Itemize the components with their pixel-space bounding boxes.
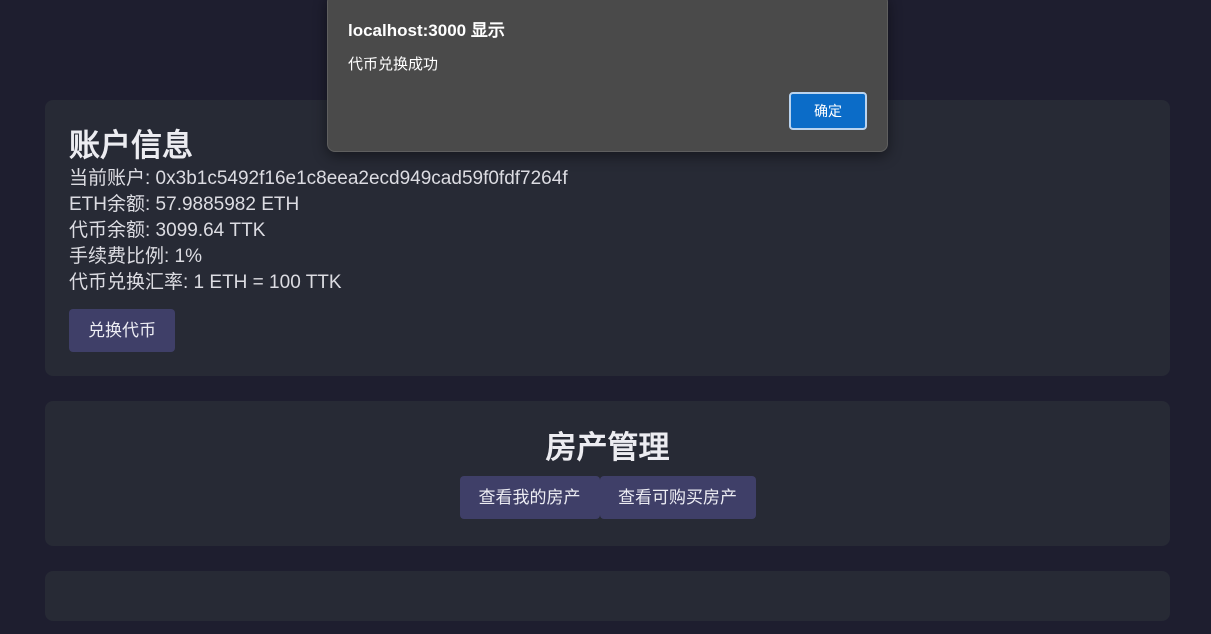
fee-rate-text: 手续费比例: 1% — [69, 246, 203, 267]
alert-dialog: localhost:3000 显示 代币兑换成功 确定 — [327, 0, 888, 152]
my-property-button[interactable]: 查看我的房产 — [459, 476, 600, 519]
dialog-title: localhost:3000 显示 — [348, 21, 505, 40]
dialog-message: 代币兑换成功 — [348, 56, 439, 73]
property-button-row: 查看我的房产 查看可购买房产 — [45, 476, 1170, 519]
dialog-ok-button[interactable]: 确定 — [789, 92, 867, 130]
property-management-card: 房产管理 查看我的房产 查看可购买房产 — [45, 401, 1170, 546]
property-management-title: 房产管理 — [545, 430, 670, 465]
token-balance-text: 代币余额: 3099.64 TTK — [69, 220, 266, 241]
exchange-rate-text: 代币兑换汇率: 1 ETH = 100 TTK — [69, 272, 342, 293]
eth-balance-text: ETH余额: 57.9885982 ETH — [69, 194, 300, 215]
page: 账户信息 当前账户: 0x3b1c5492f16e1c8eea2ecd949ca… — [0, 0, 1211, 634]
current-account-text: 当前账户: 0x3b1c5492f16e1c8eea2ecd949cad59f0… — [69, 168, 568, 189]
empty-card — [45, 571, 1170, 621]
exchange-token-button[interactable]: 兑换代币 — [69, 309, 175, 352]
buyable-property-button[interactable]: 查看可购买房产 — [599, 476, 756, 519]
